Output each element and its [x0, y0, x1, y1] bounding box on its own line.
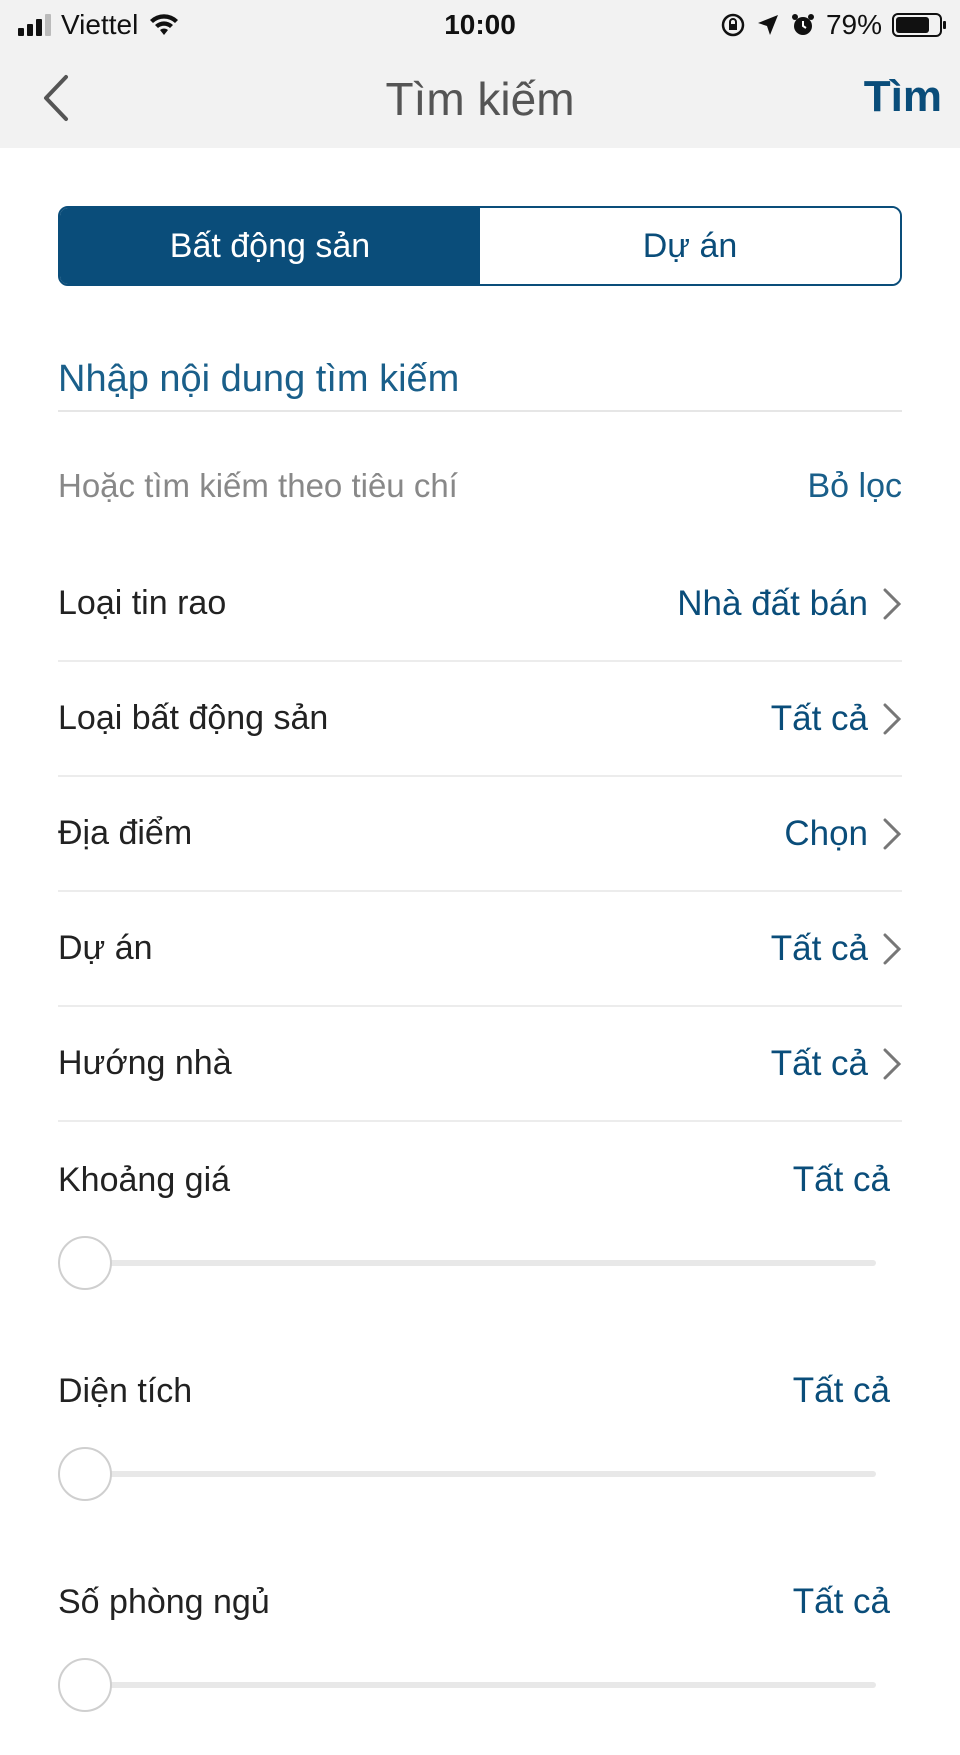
- list-item-value-group: Nhà đất bán: [677, 584, 902, 624]
- criteria-header: Hoặc tìm kiếm theo tiêu chí Bỏ lọc: [58, 462, 902, 510]
- chevron-right-icon: [883, 703, 902, 734]
- list-item-value-group: Tất cả: [771, 929, 902, 969]
- list-item-du-an[interactable]: Dự án Tất cả: [58, 892, 902, 1007]
- battery-icon: [892, 13, 946, 37]
- slider-header: Diện tích Tất cả: [58, 1361, 902, 1421]
- list-item-label: Dự án: [58, 929, 153, 967]
- chevron-right-icon: [883, 933, 902, 964]
- wifi-icon: [150, 14, 179, 35]
- navigation-bar: Tìm kiếm Tìm: [0, 50, 960, 148]
- list-item-value-group: Tất cả: [771, 1044, 902, 1084]
- slider-track[interactable]: [58, 1682, 876, 1688]
- criteria-list: Loại tin rao Nhà đất bán Loại bất động s…: [58, 568, 902, 1122]
- alarm-icon: [791, 14, 814, 35]
- list-item-huong-nha[interactable]: Hướng nhà Tất cả: [58, 1007, 902, 1122]
- slider-label: Số phòng ngủ: [58, 1582, 270, 1621]
- carrier-name: Viettel: [61, 9, 139, 40]
- list-item-label: Địa điểm: [58, 814, 193, 852]
- slider-label: Diện tích: [58, 1371, 193, 1410]
- slider-track[interactable]: [58, 1260, 876, 1266]
- slider-header: Khoảng giá Tất cả: [58, 1150, 902, 1210]
- slider-value: Tất cả: [792, 1371, 890, 1410]
- status-bar: Viettel 10:00 79%: [0, 0, 960, 50]
- chevron-right-icon: [883, 818, 902, 849]
- list-item-value: Tất cả: [770, 928, 868, 968]
- tab-bat-dong-san[interactable]: Bất động sản: [60, 208, 480, 284]
- location-icon: [757, 15, 778, 35]
- signal-icon: [18, 14, 51, 36]
- list-item-value: Chọn: [784, 813, 868, 853]
- slider-track[interactable]: [58, 1471, 876, 1477]
- bedrooms-slider: Số phòng ngủ Tất cả: [58, 1572, 902, 1755]
- list-item-label: Loại bất động sản: [58, 699, 329, 737]
- list-item-label: Loại tin rao: [58, 584, 227, 622]
- chevron-right-icon: [883, 1048, 902, 1079]
- list-item-value-group: Chọn: [784, 814, 902, 854]
- search-input[interactable]: [58, 348, 902, 412]
- list-item-value: Tất cả: [770, 1043, 868, 1083]
- back-button[interactable]: [40, 70, 84, 126]
- slider-thumb[interactable]: [58, 1236, 112, 1290]
- battery-percent: 79%: [825, 9, 882, 40]
- slider-label: Khoảng giá: [58, 1160, 231, 1199]
- slider-thumb[interactable]: [58, 1658, 112, 1712]
- search-form: Bất động sản Dự án Hoặc tìm kiếm theo ti…: [58, 148, 902, 1755]
- list-item-loai-tin-rao[interactable]: Loại tin rao Nhà đất bán: [58, 568, 902, 662]
- tab-du-an[interactable]: Dự án: [480, 208, 900, 284]
- chevron-right-icon: [883, 588, 902, 620]
- orientation-lock-icon: [721, 13, 745, 37]
- slider-value: Tất cả: [792, 1160, 890, 1199]
- list-item-value: Tất cả: [770, 698, 868, 738]
- clear-filter-button[interactable]: Bỏ lọc: [808, 467, 903, 506]
- price-range-slider: Khoảng giá Tất cả: [58, 1150, 902, 1333]
- segmented-control: Bất động sản Dự án: [58, 206, 902, 286]
- list-item-loai-bat-dong-san[interactable]: Loại bất động sản Tất cả: [58, 662, 902, 777]
- area-slider: Diện tích Tất cả: [58, 1361, 902, 1544]
- list-item-value: Nhà đất bán: [677, 584, 868, 623]
- search-submit-button[interactable]: Tìm: [864, 72, 942, 122]
- slider-thumb[interactable]: [58, 1447, 112, 1501]
- status-bar-right: 79%: [642, 9, 946, 41]
- status-bar-left: Viettel: [18, 9, 318, 41]
- battery-fill: [896, 17, 930, 33]
- slider-value: Tất cả: [792, 1582, 890, 1621]
- slider-header: Số phòng ngủ Tất cả: [58, 1572, 902, 1632]
- page-title: Tìm kiếm: [385, 73, 575, 125]
- status-time: 10:00: [444, 9, 516, 40]
- list-item-dia-diem[interactable]: Địa điểm Chọn: [58, 777, 902, 892]
- list-item-value-group: Tất cả: [771, 699, 902, 739]
- chevron-left-icon: [44, 75, 68, 121]
- criteria-label: Hoặc tìm kiếm theo tiêu chí: [58, 467, 458, 504]
- list-item-label: Hướng nhà: [58, 1044, 232, 1082]
